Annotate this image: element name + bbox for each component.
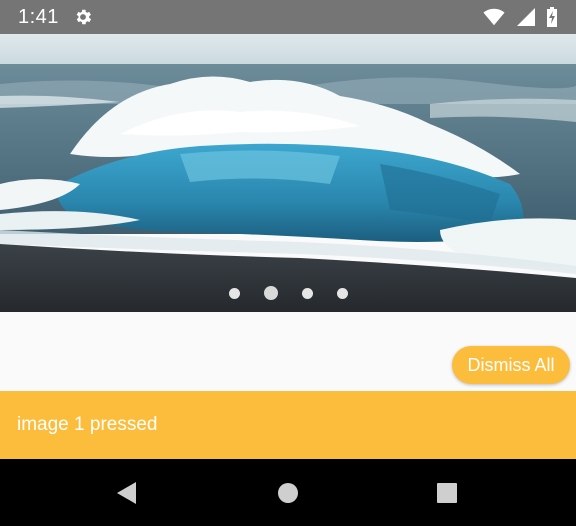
recents-icon[interactable]: [436, 481, 458, 505]
wifi-icon: [483, 8, 505, 26]
home-icon[interactable]: [277, 481, 299, 505]
status-time: 1:41: [18, 6, 59, 28]
status-bar: 1:41: [0, 0, 576, 34]
settings-icon: [73, 7, 93, 27]
pager-dots[interactable]: [0, 286, 576, 300]
status-icons: [477, 7, 558, 27]
pager-dot-active[interactable]: [263, 286, 278, 300]
dismiss-all-button[interactable]: Dismiss All: [452, 346, 570, 384]
pager-dot[interactable]: [301, 287, 313, 299]
pager-dot[interactable]: [228, 287, 240, 299]
ocean-wave-image[interactable]: [0, 34, 576, 312]
snackbar: image 1 pressed: [0, 391, 576, 459]
snackbar-message: image 1 pressed: [17, 414, 158, 435]
battery-charging-icon: [547, 7, 557, 27]
navigation-bar: [0, 459, 576, 526]
image-slider[interactable]: [0, 34, 576, 312]
back-icon[interactable]: [116, 481, 138, 505]
pager-dot[interactable]: [336, 287, 348, 299]
cellular-signal-icon: [516, 8, 535, 26]
